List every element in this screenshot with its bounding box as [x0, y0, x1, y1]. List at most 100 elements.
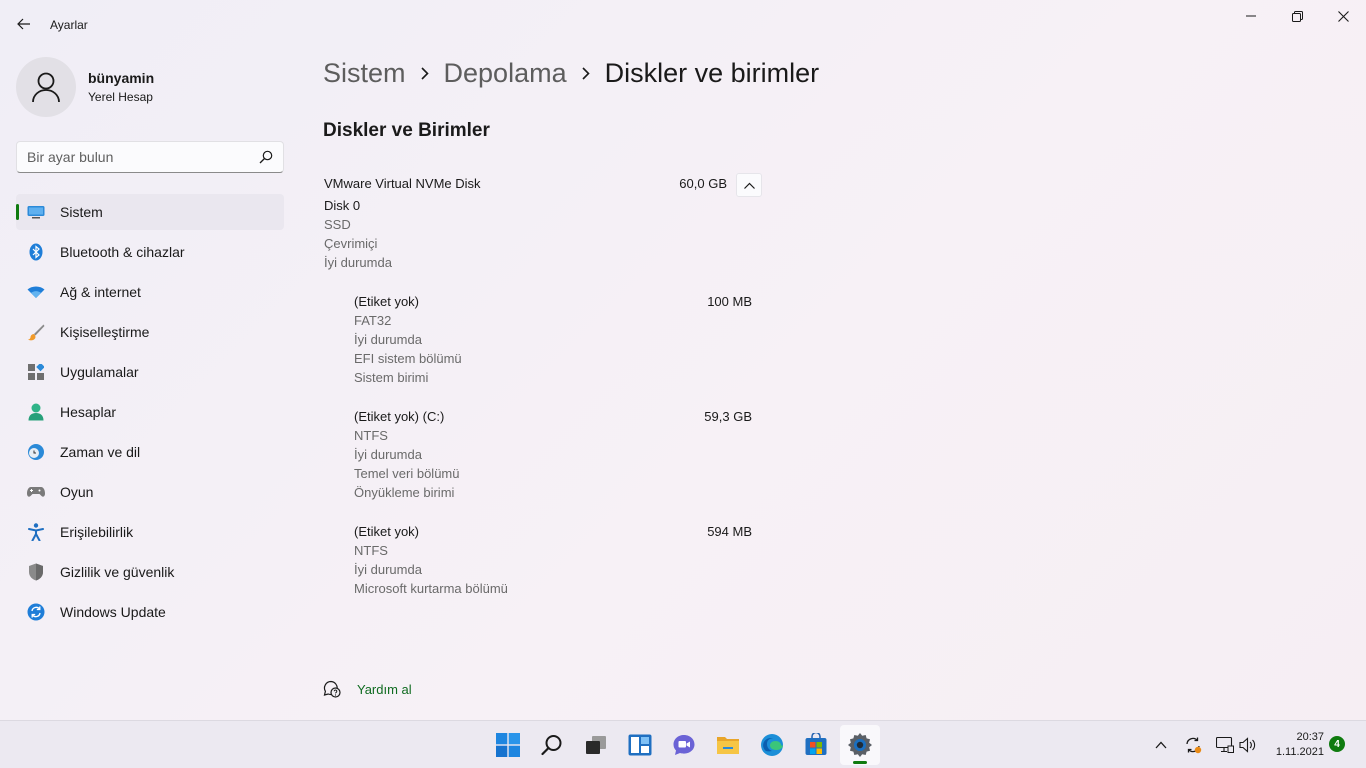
breadcrumb-item-system[interactable]: Sistem: [323, 58, 406, 89]
volume-filesystem: NTFS: [354, 428, 388, 443]
volume-filesystem: FAT32: [354, 313, 392, 328]
settings-window: Ayarlar bünyamin Yerel Hesap Sistem: [0, 0, 1366, 720]
file-explorer-icon: [717, 737, 739, 754]
sidebar-item-label: Sistem: [60, 204, 103, 220]
start-button[interactable]: [488, 725, 528, 765]
taskbar: 20:37 1.11.2021 4: [0, 720, 1366, 768]
search-box: [16, 141, 284, 173]
sidebar-item-label: Windows Update: [60, 604, 166, 620]
disk-size: 60,0 GB: [679, 176, 727, 191]
help-label: Yardım al: [357, 681, 412, 697]
avatar: [16, 57, 76, 117]
volume-name: (Etiket yok): [354, 524, 420, 539]
search-input[interactable]: [17, 149, 247, 165]
restore-button[interactable]: [1274, 0, 1320, 32]
volume-partition-type: Temel veri bölümü: [354, 466, 460, 481]
volume-tray-button[interactable]: [1238, 735, 1258, 755]
sidebar-item-accounts[interactable]: Hesaplar: [16, 394, 284, 430]
user-icon: [32, 72, 60, 103]
system-icon: [27, 203, 45, 221]
disk-number: Disk 0: [324, 198, 361, 213]
show-hidden-icons-button[interactable]: [1151, 735, 1171, 755]
sidebar-item-personalization[interactable]: Kişiselleştirme: [16, 314, 284, 350]
sidebar-item-label: Gizlilik ve güvenlik: [60, 564, 175, 580]
minimize-icon: [1246, 15, 1256, 17]
volume-entry[interactable]: (Etiket yok) 100 MB FAT32 İyi durumda EF…: [354, 292, 754, 387]
clock-time: 20:37: [1296, 731, 1324, 743]
minimize-button[interactable]: [1228, 0, 1274, 32]
volume-role: Önyükleme birimi: [354, 485, 455, 500]
sidebar-item-accessibility[interactable]: Erişilebilirlik: [16, 514, 284, 550]
taskbar-clock[interactable]: 20:37 1.11.2021: [1276, 730, 1324, 760]
disk-type: SSD: [324, 217, 351, 232]
sidebar-item-privacy[interactable]: Gizlilik ve güvenlik: [16, 554, 284, 590]
sidebar-item-label: Bluetooth & cihazlar: [60, 244, 185, 260]
store-icon: [805, 733, 827, 755]
chevron-right-icon: [420, 67, 429, 80]
wifi-icon: [27, 283, 45, 301]
title-bar: Ayarlar: [0, 0, 1366, 48]
clock-date: 1.11.2021: [1275, 746, 1324, 758]
restore-icon: [1291, 10, 1303, 22]
notification-badge[interactable]: 4: [1329, 736, 1345, 752]
help-icon: [323, 680, 341, 698]
active-app-indicator: [853, 761, 867, 764]
bluetooth-icon: [27, 243, 45, 261]
start-icon: [496, 733, 520, 757]
sidebar-item-windows-update[interactable]: Windows Update: [16, 594, 284, 630]
close-icon: [1337, 10, 1349, 22]
chat-button[interactable]: [664, 725, 704, 765]
sidebar-nav: Sistem Bluetooth & cihazlar Ağ & interne…: [16, 194, 284, 634]
brush-icon: [27, 323, 45, 341]
app-title: Ayarlar: [50, 18, 88, 32]
store-button[interactable]: [796, 725, 836, 765]
breadcrumb-item-storage[interactable]: Depolama: [444, 58, 567, 89]
file-explorer-button[interactable]: [708, 725, 748, 765]
time-language-icon: [27, 443, 45, 461]
search-icon[interactable]: [259, 150, 273, 164]
shield-icon: [27, 563, 45, 581]
help-link[interactable]: Yardım al: [323, 680, 412, 698]
network-tray-button[interactable]: [1215, 735, 1235, 755]
widgets-button[interactable]: [620, 725, 660, 765]
settings-icon: [848, 733, 872, 757]
volume-name: (Etiket yok): [354, 294, 420, 309]
sidebar-item-time-language[interactable]: Zaman ve dil: [16, 434, 284, 470]
back-arrow-icon: [17, 18, 30, 30]
accessibility-icon: [27, 523, 45, 541]
chevron-up-icon: [1155, 741, 1167, 749]
sidebar-item-system[interactable]: Sistem: [16, 194, 284, 230]
volume-size: 594 MB: [707, 524, 752, 539]
volume-health: İyi durumda: [354, 332, 422, 347]
task-view-icon: [586, 736, 606, 754]
update-tray-button[interactable]: [1183, 735, 1203, 755]
sidebar-item-label: Erişilebilirlik: [60, 524, 134, 540]
volume-role: Sistem birimi: [354, 370, 429, 385]
collapse-button[interactable]: [736, 173, 762, 197]
volume-health: İyi durumda: [354, 447, 422, 462]
settings-taskbar-button[interactable]: [840, 725, 880, 765]
update-sync-icon: [1186, 737, 1202, 754]
taskbar-search-button[interactable]: [532, 725, 572, 765]
sidebar-item-bluetooth[interactable]: Bluetooth & cihazlar: [16, 234, 284, 270]
sidebar-item-gaming[interactable]: Oyun: [16, 474, 284, 510]
volume-entry[interactable]: (Etiket yok) 594 MB NTFS İyi durumda Mic…: [354, 522, 754, 598]
volume-entry[interactable]: (Etiket yok) (C:) 59,3 GB NTFS İyi durum…: [354, 407, 754, 502]
close-button[interactable]: [1320, 0, 1366, 32]
section-title: Diskler ve Birimler: [323, 120, 490, 141]
sidebar-item-apps[interactable]: Uygulamalar: [16, 354, 284, 390]
gaming-icon: [27, 483, 45, 501]
disk-online-status: Çevrimiçi: [324, 236, 378, 251]
volume-partition-type: Microsoft kurtarma bölümü: [354, 581, 508, 596]
speaker-icon: [1239, 737, 1256, 753]
chevron-right-icon: [582, 67, 590, 80]
sidebar-item-label: Kişiselleştirme: [60, 324, 150, 340]
accounts-icon: [27, 403, 45, 421]
back-button[interactable]: [12, 10, 36, 38]
volume-filesystem: NTFS: [354, 543, 388, 558]
edge-button[interactable]: [752, 725, 792, 765]
user-profile[interactable]: bünyamin Yerel Hesap: [16, 57, 154, 117]
sidebar-item-network[interactable]: Ağ & internet: [16, 274, 284, 310]
task-view-button[interactable]: [576, 725, 616, 765]
search-icon: [541, 735, 562, 756]
